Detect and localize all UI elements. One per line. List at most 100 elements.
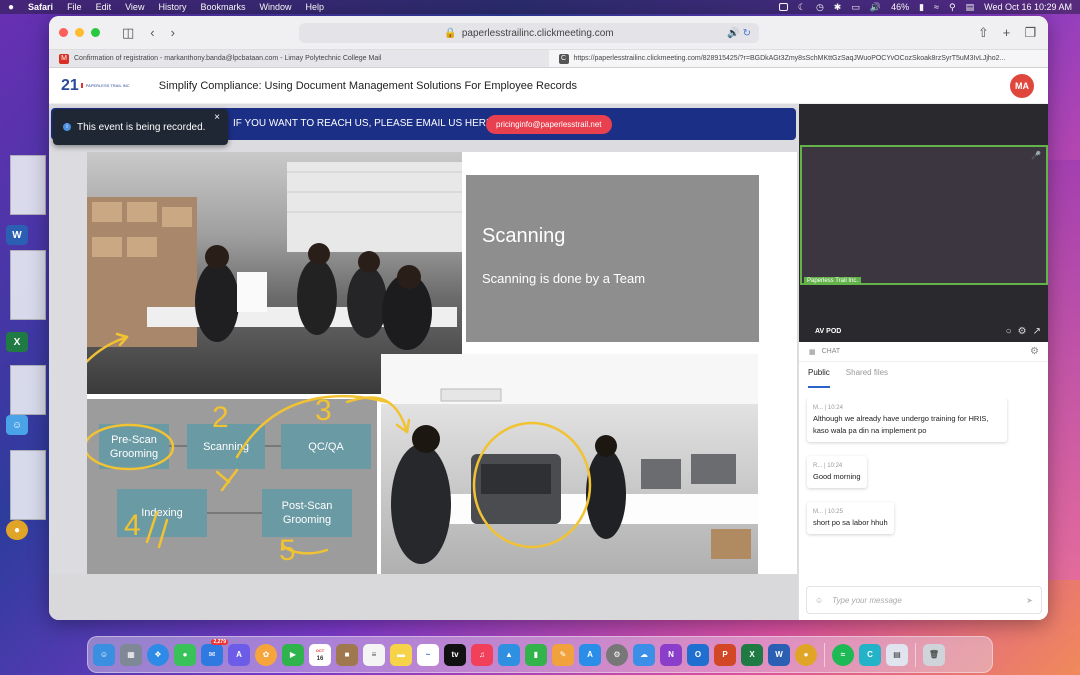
- email-button[interactable]: pricinginfo@paperlesstrail.net: [486, 115, 612, 134]
- tab-public[interactable]: Public: [808, 368, 830, 388]
- onedrive-dock-icon[interactable]: ☁: [633, 643, 655, 666]
- chat-settings-icon[interactable]: ⚙: [1030, 346, 1039, 357]
- chat-message: M... | 10:24 Although we already have un…: [807, 398, 1007, 442]
- chat-bubble-icon[interactable]: ○: [1006, 326, 1012, 337]
- system-settings-dock-icon[interactable]: ⚙: [606, 643, 628, 666]
- menubar-datetime[interactable]: Wed Oct 16 10:29 AM: [984, 2, 1072, 12]
- spotlight-search-icon[interactable]: ⚲: [949, 2, 956, 13]
- canva-dock-icon[interactable]: C: [859, 643, 881, 666]
- message-text: short po sa labor hhuh: [813, 518, 888, 527]
- tab-clickmeeting[interactable]: C https://paperlesstrailinc.clickmeeting…: [548, 50, 1048, 67]
- desktop-window-thumbnail[interactable]: [10, 155, 46, 215]
- word-app-icon[interactable]: W: [6, 225, 28, 245]
- menu-edit[interactable]: Edit: [96, 2, 112, 12]
- clock-icon[interactable]: ◷: [816, 2, 824, 13]
- battery-icon[interactable]: ▮: [919, 2, 924, 13]
- user-avatar[interactable]: MA: [1010, 73, 1034, 98]
- browser-toolbar: ◫ ‹ › 🔒 paperlesstrailinc.clickmeeting.c…: [49, 16, 1048, 50]
- music-dock-icon[interactable]: ♫: [471, 643, 493, 666]
- close-window-button[interactable]: [59, 28, 68, 37]
- word-dock-icon[interactable]: W: [768, 643, 790, 666]
- menu-help[interactable]: Help: [306, 2, 325, 12]
- expand-icon[interactable]: ↗: [1033, 326, 1041, 337]
- forward-icon[interactable]: ›: [171, 25, 175, 41]
- share-icon[interactable]: ⇧: [978, 25, 989, 41]
- display-icon[interactable]: ▭: [851, 2, 860, 13]
- menu-window[interactable]: Window: [259, 2, 291, 12]
- freeform-dock-icon[interactable]: ~: [417, 643, 439, 666]
- appletv-dock-icon[interactable]: tv: [444, 643, 466, 666]
- finder-app-icon[interactable]: ☺: [6, 415, 28, 435]
- powerpoint-dock-icon[interactable]: P: [714, 643, 736, 666]
- chat-message-input[interactable]: ☺ Type your message ➤: [806, 586, 1042, 614]
- tab-overview-icon[interactable]: ❐: [1024, 25, 1036, 41]
- launchpad-dock-icon[interactable]: ▦: [120, 643, 142, 666]
- lock-icon: 🔒: [444, 27, 457, 39]
- minimize-window-button[interactable]: [75, 28, 84, 37]
- control-center-icon[interactable]: ▤: [966, 2, 975, 13]
- presenter-name-tag: Paperless Trail Inc.: [804, 277, 862, 285]
- appstore-dock-icon[interactable]: A: [579, 643, 601, 666]
- back-icon[interactable]: ‹: [150, 25, 154, 41]
- menu-app-name[interactable]: Safari: [28, 2, 53, 12]
- close-toast-icon[interactable]: ×: [214, 112, 220, 123]
- message-text: Although we already have undergo trainin…: [813, 414, 989, 435]
- audio-icon[interactable]: 🔊: [727, 28, 739, 39]
- preview-dock-icon[interactable]: ▤: [886, 643, 908, 666]
- message-meta: M... | 10:24: [813, 405, 843, 411]
- chrome-dock-icon[interactable]: ●: [795, 643, 817, 666]
- messages-dock-icon[interactable]: ●: [174, 643, 196, 666]
- spotify-dock-icon[interactable]: ≈: [832, 643, 854, 666]
- bluetooth-icon[interactable]: ✱: [834, 2, 842, 13]
- desktop-window-thumbnail[interactable]: [10, 450, 46, 520]
- apple-menu-icon[interactable]: ●: [8, 2, 14, 13]
- tab-gmail[interactable]: M Confirmation of registration - markant…: [49, 50, 549, 67]
- outlook-dock-icon[interactable]: O: [687, 643, 709, 666]
- clickmeeting-favicon-icon: C: [558, 53, 569, 64]
- desktop-window-thumbnail[interactable]: [10, 250, 46, 320]
- chat-message: R... | 10:24 Good morning: [807, 456, 867, 488]
- microphone-icon: 🎤: [1031, 151, 1041, 160]
- finder-dock-icon[interactable]: ☺: [93, 643, 115, 666]
- menu-history[interactable]: History: [158, 2, 186, 12]
- trash-dock-icon[interactable]: 🗑: [923, 643, 945, 666]
- safari-dock-icon[interactable]: ❖: [147, 643, 169, 666]
- dock-separator: [824, 642, 825, 667]
- calendar-dock-icon[interactable]: OCT 16: [309, 643, 331, 666]
- notes-brown-dock-icon[interactable]: ■: [336, 643, 358, 666]
- notes-dock-icon[interactable]: ▬: [390, 643, 412, 666]
- status-app-icon[interactable]: [778, 3, 788, 11]
- pages-dock-icon[interactable]: ✎: [552, 643, 574, 666]
- numbers-dock-icon[interactable]: ▮: [525, 643, 547, 666]
- reload-icon[interactable]: ↻: [743, 28, 751, 39]
- translate-dock-icon[interactable]: A: [228, 643, 250, 666]
- reminders-dock-icon[interactable]: ≡: [363, 643, 385, 666]
- facetime-dock-icon[interactable]: ▶: [282, 643, 304, 666]
- volume-icon[interactable]: 🔊: [870, 2, 881, 13]
- address-bar[interactable]: 🔒 paperlesstrailinc.clickmeeting.com 🔊 ↻: [299, 23, 759, 43]
- tab-shared-files[interactable]: Shared files: [846, 368, 888, 390]
- chrome-app-icon[interactable]: ●: [6, 520, 28, 540]
- excel-app-icon[interactable]: X: [6, 332, 28, 352]
- wifi-icon[interactable]: ≈: [934, 2, 939, 12]
- sidebar-icon[interactable]: ◫: [122, 25, 134, 41]
- mail-dock-icon[interactable]: ✉ 2,279: [201, 638, 228, 666]
- moon-icon[interactable]: ☾: [798, 2, 806, 13]
- battery-percent[interactable]: 46%: [891, 2, 909, 12]
- settings-gear-icon[interactable]: ⚙: [1018, 326, 1027, 337]
- emoji-icon[interactable]: ☺: [815, 596, 823, 605]
- zoom-window-button[interactable]: [91, 28, 100, 37]
- send-icon[interactable]: ➤: [1026, 596, 1033, 605]
- desktop-window-thumbnail[interactable]: [10, 365, 46, 415]
- chat-message: M... | 10:25 short po sa labor hhuh: [807, 502, 894, 534]
- excel-dock-icon[interactable]: X: [741, 643, 763, 666]
- menu-view[interactable]: View: [125, 2, 144, 12]
- menu-file[interactable]: File: [67, 2, 82, 12]
- message-meta: M... | 10:25: [813, 509, 843, 515]
- presenter-video-tile[interactable]: 🎤 Paperless Trail Inc.: [800, 145, 1048, 285]
- keynote-dock-icon[interactable]: ▲: [498, 643, 520, 666]
- onenote-dock-icon[interactable]: N: [660, 643, 682, 666]
- new-tab-icon[interactable]: +: [1003, 25, 1011, 41]
- photos-dock-icon[interactable]: ✿: [255, 643, 277, 666]
- menu-bookmarks[interactable]: Bookmarks: [200, 2, 245, 12]
